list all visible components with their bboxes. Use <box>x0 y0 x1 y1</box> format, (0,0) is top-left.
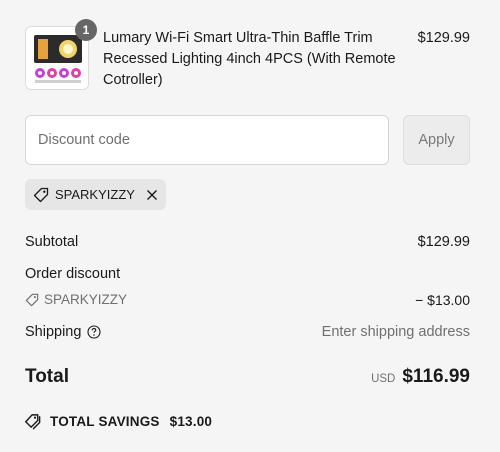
order-discount-row: SPARKYIZZY − $13.00 <box>25 292 470 308</box>
subtotal-label: Subtotal <box>25 234 79 250</box>
order-discount-value: − $13.00 <box>415 292 470 308</box>
tags-icon <box>25 414 41 430</box>
tag-icon <box>25 293 39 306</box>
discount-code-input[interactable] <box>25 115 389 165</box>
product-price: $129.99 <box>417 30 470 46</box>
quantity-badge: 1 <box>75 19 97 41</box>
total-label: Total <box>25 366 69 387</box>
subtotal-row: Subtotal $129.99 <box>25 234 470 250</box>
help-icon[interactable] <box>87 325 101 339</box>
remove-discount-icon[interactable] <box>146 189 158 201</box>
total-value: $116.99 <box>402 366 470 387</box>
product-image <box>34 35 82 83</box>
product-name: Lumary Wi-Fi Smart Ultra-Thin Baffle Tri… <box>103 30 396 88</box>
savings-label: TOTAL SAVINGS <box>50 414 160 429</box>
product-thumbnail: 1 <box>25 19 97 90</box>
applied-discount-code: SPARKYIZZY <box>55 187 135 202</box>
subtotal-value: $129.99 <box>417 234 470 250</box>
total-row: Total USD $116.99 <box>25 366 470 388</box>
apply-button[interactable]: Apply <box>403 115 470 165</box>
savings-value: $13.00 <box>169 414 213 429</box>
applied-discount-chip: SPARKYIZZY <box>25 179 166 210</box>
order-discount-code: SPARKYIZZY <box>44 292 128 307</box>
cart-line-item: 1 Lumary Wi-Fi Smart Ultra-Thin Baffle T… <box>25 19 470 90</box>
order-discount-label: Order discount <box>25 266 121 282</box>
shipping-value: Enter shipping address <box>321 324 470 340</box>
total-currency: USD <box>371 373 396 385</box>
shipping-label: Shipping <box>25 324 82 340</box>
shipping-row: Shipping Enter shipping address <box>25 324 470 340</box>
tag-icon <box>33 187 49 202</box>
total-savings: TOTAL SAVINGS $13.00 <box>25 413 212 430</box>
